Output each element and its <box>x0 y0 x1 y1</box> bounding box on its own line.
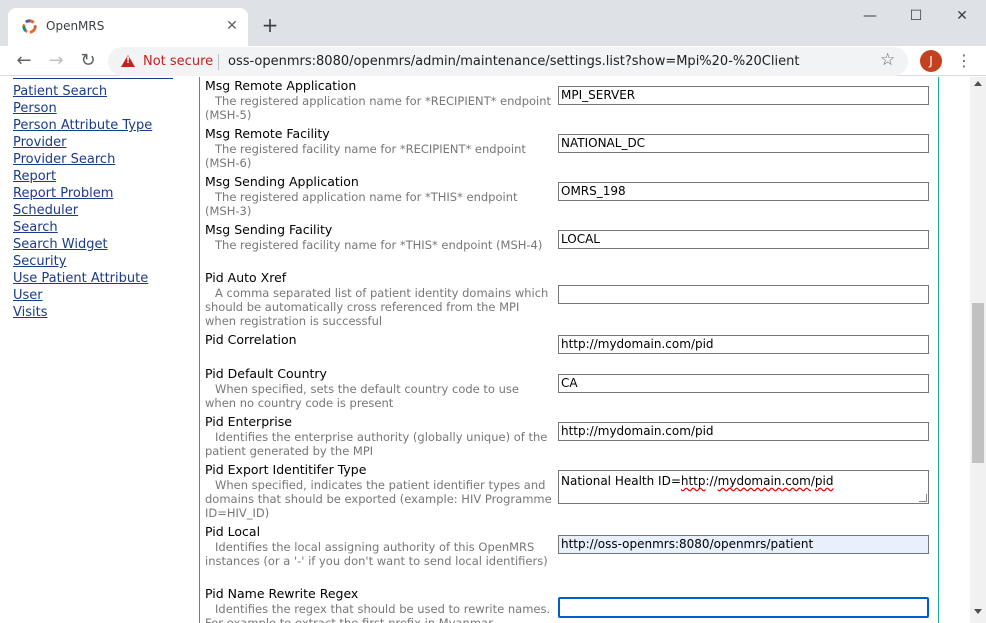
sidebar-link-provider[interactable]: Provider <box>13 134 198 151</box>
minimize-button[interactable]: — <box>850 4 890 28</box>
browser-tab[interactable]: OpenMRS ✕ <box>8 8 248 46</box>
setting-description: The registered application name for *REC… <box>205 94 552 122</box>
sidebar-link-scheduler[interactable]: Scheduler <box>13 202 198 219</box>
setting-description: Identifies the regex that should be used… <box>205 602 551 623</box>
setting-value-textarea[interactable]: National Health ID=http://mydomain.com/p… <box>558 470 929 504</box>
setting-description: When specified, indicates the patient id… <box>205 478 552 520</box>
setting-row: Pid Local Identifies the local assigning… <box>205 524 935 568</box>
url-text[interactable]: oss-openmrs:8080/openmrs/admin/maintenan… <box>228 53 799 70</box>
setting-name: Pid Auto Xref <box>205 270 287 285</box>
sidebar-link-patient-search[interactable]: Patient Search <box>13 83 198 100</box>
setting-row: Pid Auto Xref A comma separated list of … <box>205 270 935 328</box>
setting-value-input[interactable]: http://mydomain.com/pid <box>558 422 929 441</box>
setting-row: Pid Enterprise Identifies the enterprise… <box>205 414 935 458</box>
forward-arrow-icon[interactable]: → <box>44 50 68 74</box>
setting-value-input[interactable] <box>558 285 929 304</box>
setting-value-input[interactable]: MPI_SERVER <box>558 86 929 105</box>
profile-avatar[interactable]: J <box>920 50 942 72</box>
back-arrow-icon[interactable]: ← <box>12 50 36 74</box>
setting-description: Identifies the enterprise authority (glo… <box>205 430 548 458</box>
scroll-up-arrow-icon[interactable] <box>974 81 982 86</box>
resize-handle-icon[interactable] <box>919 494 927 502</box>
maximize-button[interactable]: ☐ <box>896 4 936 28</box>
page-viewport: Patient Search Person Person Attribute T… <box>0 77 970 623</box>
sidebar-link-user[interactable]: User <box>13 287 198 304</box>
setting-value-input[interactable]: LOCAL <box>558 230 929 249</box>
browser-toolbar: ← → ↻ Not secure oss-openmrs:8080/openmr… <box>0 46 986 76</box>
sidebar-link-security[interactable]: Security <box>13 253 198 270</box>
tab-title: OpenMRS <box>46 19 105 33</box>
setting-row: Msg Sending Facility The registered faci… <box>205 222 935 252</box>
setting-row: Msg Remote Facility The registered facil… <box>205 126 935 170</box>
setting-value-input[interactable]: http://mydomain.com/pid <box>558 335 929 354</box>
setting-value-input[interactable]: http://oss-openmrs:8080/openmrs/patient <box>558 535 929 554</box>
setting-description: Identifies the local assigning authority… <box>205 540 548 568</box>
setting-row: Pid Correlation http://mydomain.com/pid <box>205 332 935 354</box>
reload-icon[interactable]: ↻ <box>76 50 100 74</box>
tab-strip: OpenMRS ✕ + — ☐ ✕ <box>0 0 986 46</box>
truncated-link[interactable] <box>13 77 173 79</box>
textarea-text: National Health ID= <box>561 474 681 488</box>
omnibox-divider <box>218 54 219 70</box>
sidebar-link-report[interactable]: Report <box>13 168 198 185</box>
setting-description: When specified, sets the default country… <box>205 382 519 410</box>
menu-dots-icon[interactable]: ⋮ <box>956 50 972 72</box>
openmrs-logo-icon <box>22 19 37 34</box>
setting-row: Msg Sending Application The registered a… <box>205 174 935 218</box>
tab-close-icon[interactable]: ✕ <box>222 16 242 36</box>
setting-row: Pid Name Rewrite Regex Identifies the re… <box>205 586 935 623</box>
setting-row: Pid Export Identitifer Type When specifi… <box>205 462 935 520</box>
spellcheck-word: mydomain.com <box>717 474 811 488</box>
spellcheck-word: http <box>680 474 706 488</box>
admin-sidebar: Patient Search Person Person Attribute T… <box>13 77 198 321</box>
scroll-down-arrow-icon[interactable] <box>974 609 982 614</box>
setting-description: The registered facility name for *THIS* … <box>215 238 543 252</box>
bookmark-star-icon[interactable]: ☆ <box>880 50 895 70</box>
sidebar-link-use-patient-attribute[interactable]: Use Patient Attribute <box>13 270 198 287</box>
setting-value-input[interactable]: OMRS_198 <box>558 182 929 201</box>
new-tab-button[interactable]: + <box>258 14 282 38</box>
setting-value-input[interactable] <box>558 597 929 618</box>
setting-description: The registered application name for *THI… <box>205 190 518 218</box>
setting-row: Msg Remote Application The registered ap… <box>205 78 935 122</box>
sidebar-link-search-widget[interactable]: Search Widget <box>13 236 198 253</box>
setting-value-input[interactable]: NATIONAL_DC <box>558 134 929 153</box>
setting-description: A comma separated list of patient identi… <box>205 286 549 328</box>
spellcheck-word: pid <box>814 474 834 488</box>
textarea-text: :// <box>705 474 718 488</box>
sidebar-link-provider-search[interactable]: Provider Search <box>13 151 198 168</box>
sidebar-link-search[interactable]: Search <box>13 219 198 236</box>
window-close-button[interactable]: ✕ <box>942 4 982 28</box>
setting-value-input[interactable]: CA <box>558 374 929 393</box>
address-bar[interactable]: Not secure oss-openmrs:8080/openmrs/admi… <box>108 47 908 76</box>
security-label[interactable]: Not secure <box>143 53 213 70</box>
settings-panel: Msg Remote Application The registered ap… <box>199 77 939 623</box>
sidebar-link-person-attribute-type[interactable]: Person Attribute Type <box>13 117 198 134</box>
scrollbar-thumb[interactable] <box>972 303 984 463</box>
warning-icon <box>121 55 135 67</box>
setting-description: The registered facility name for *RECIPI… <box>205 142 526 170</box>
setting-row: Pid Default Country When specified, sets… <box>205 366 935 410</box>
page-scrollbar[interactable] <box>970 77 986 623</box>
sidebar-link-visits[interactable]: Visits <box>13 304 198 321</box>
sidebar-link-report-problem[interactable]: Report Problem <box>13 185 198 202</box>
sidebar-link-person[interactable]: Person <box>13 100 198 117</box>
